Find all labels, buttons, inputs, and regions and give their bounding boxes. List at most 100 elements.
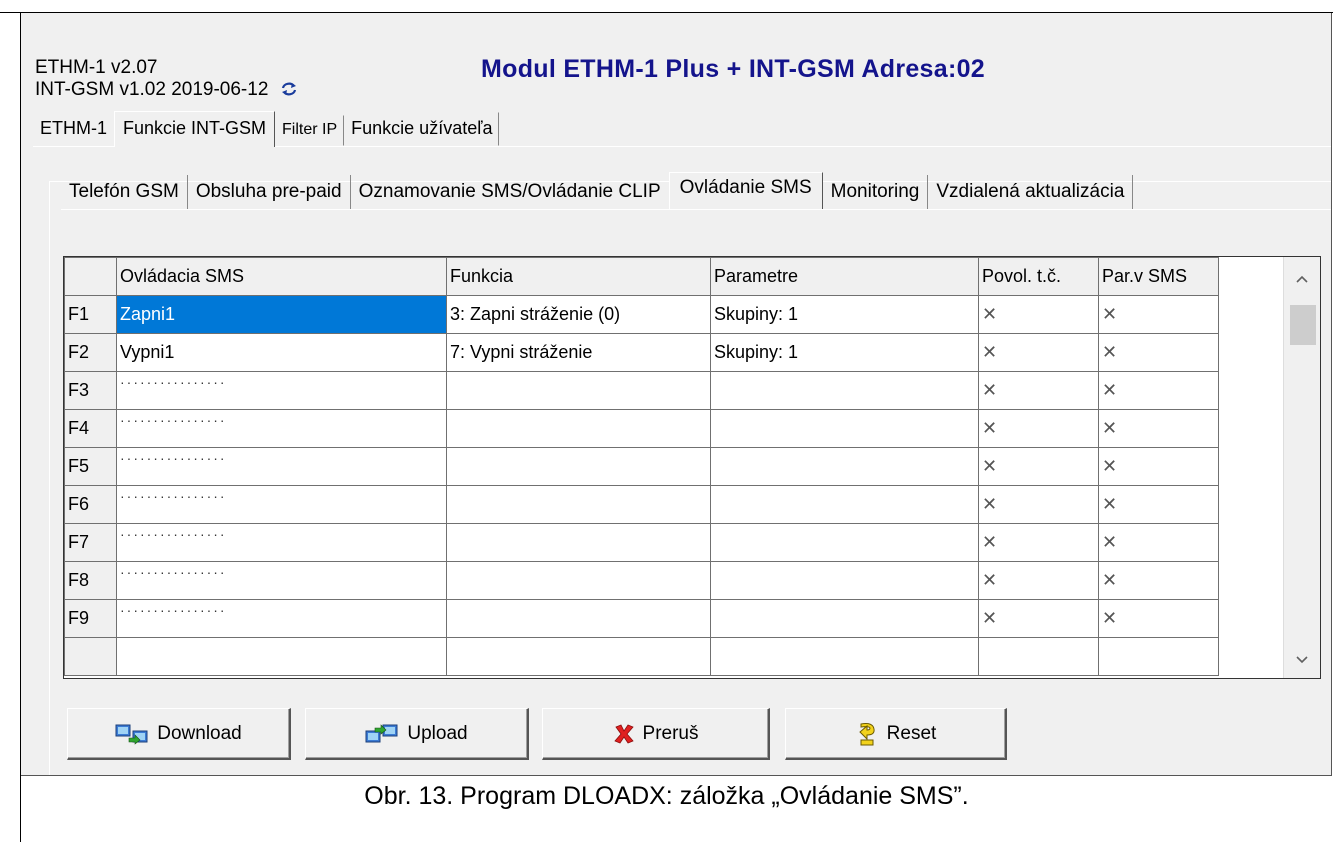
scroll-down-icon[interactable] [1284,638,1320,678]
upload-button[interactable]: Upload [305,708,529,760]
parameter-cell[interactable] [710,447,979,486]
col-header-parametre[interactable]: Parametre [710,257,979,296]
function-cell[interactable]: 7: Vypni stráženie [446,333,711,372]
tab-funkcie-int-gsm[interactable]: Funkcie INT-GSM [114,111,276,147]
sms-cell[interactable]: ················ [116,599,447,638]
function-cell[interactable] [446,523,711,562]
row-header: F4 [64,409,117,448]
version-intgsm: INT-GSM v1.02 2019-06-12 [35,79,298,103]
sub-tab-strip-line [61,209,1331,210]
par-sms-checkbox[interactable]: ✕ [1098,333,1219,372]
povol-checkbox[interactable]: ✕ [978,295,1099,334]
row-header [64,637,117,676]
sms-cell[interactable]: ················ [116,447,447,486]
tab-ethm1[interactable]: ETHM-1 [33,112,114,146]
sms-cell[interactable]: ················ [116,561,447,600]
col-header-funkcia[interactable]: Funkcia [446,257,711,296]
povol-checkbox [978,637,1099,676]
table-row[interactable]: F8 ················ ✕ ✕ [64,561,1219,600]
function-cell[interactable] [446,599,711,638]
sms-cell[interactable]: ················ [116,409,447,448]
par-sms-checkbox[interactable]: ✕ [1098,599,1219,638]
parameter-cell[interactable]: Skupiny: 1 [710,333,979,372]
function-cell[interactable] [446,409,711,448]
table-row[interactable]: F4 ················ ✕ ✕ [64,409,1219,448]
parameter-cell[interactable] [710,561,979,600]
col-header-sms[interactable]: Ovládacia SMS [116,257,447,296]
function-cell[interactable] [446,561,711,600]
download-label: Download [157,722,242,744]
table-row-partial [64,637,1219,676]
sms-control-grid[interactable]: Ovládacia SMS Funkcia Parametre Povol. t… [63,256,1321,679]
povol-checkbox[interactable]: ✕ [978,447,1099,486]
abort-button[interactable]: Preruš [542,708,770,760]
table-row[interactable]: F1 Zapni1 3: Zapni stráženie (0) Skupiny… [64,295,1219,334]
sub-tab-strip: Telefón GSM Obsluha pre-paid Oznamovanie… [61,172,1134,209]
table-row[interactable]: F3 ················ ✕ ✕ [64,371,1219,410]
parameter-cell[interactable] [710,485,979,524]
scroll-up-icon[interactable] [1284,257,1320,297]
par-sms-checkbox[interactable]: ✕ [1098,485,1219,524]
function-cell [446,637,711,676]
empty-placeholder: ················ [120,564,227,580]
empty-placeholder: ················ [120,412,227,428]
povol-checkbox[interactable]: ✕ [978,485,1099,524]
tab-vzdialena-aktualizacia[interactable]: Vzdialená aktualizácia [928,175,1134,209]
vertical-scrollbar[interactable] [1283,257,1320,678]
parameter-cell[interactable] [710,409,979,448]
parameter-cell[interactable]: Skupiny: 1 [710,295,979,334]
reset-button[interactable]: Reset [785,708,1007,760]
tab-obsluha-prepaid[interactable]: Obsluha pre-paid [188,175,351,209]
scrollbar-thumb[interactable] [1290,305,1316,345]
sms-cell[interactable]: ················ [116,485,447,524]
table-row[interactable]: F2 Vypni1 7: Vypni stráženie Skupiny: 1 … [64,333,1219,372]
sms-cell[interactable]: ················ [116,523,447,562]
function-cell[interactable]: 3: Zapni stráženie (0) [446,295,711,334]
row-header: F5 [64,447,117,486]
povol-checkbox[interactable]: ✕ [978,409,1099,448]
povol-checkbox[interactable]: ✕ [978,599,1099,638]
tab-ovladanie-sms[interactable]: Ovládanie SMS [668,172,823,209]
download-button[interactable]: Download [67,708,291,760]
parameter-cell[interactable] [710,523,979,562]
grid-header-row: Ovládacia SMS Funkcia Parametre Povol. t… [64,257,1219,296]
tab-filter-ip[interactable]: Filter IP [275,115,345,146]
par-sms-checkbox[interactable]: ✕ [1098,523,1219,562]
table-row[interactable]: F7 ················ ✕ ✕ [64,523,1219,562]
col-header-par-sms[interactable]: Par.v SMS [1098,257,1219,296]
par-sms-checkbox[interactable]: ✕ [1098,295,1219,334]
parameter-cell[interactable] [710,599,979,638]
function-cell[interactable] [446,447,711,486]
sms-cell [116,637,447,676]
function-cell[interactable] [446,371,711,410]
version-intgsm-label: INT-GSM v1.02 2019-06-12 [35,79,269,100]
row-header: F3 [64,371,117,410]
tab-monitoring[interactable]: Monitoring [823,175,929,209]
tab-funkcie-uzivatela[interactable]: Funkcie užívateľa [344,112,500,146]
reset-label: Reset [886,722,937,744]
par-sms-checkbox[interactable]: ✕ [1098,561,1219,600]
function-cell[interactable] [446,485,711,524]
version-ethm: ETHM-1 v2.07 [35,57,158,78]
sms-cell[interactable]: Zapni1 [116,295,447,334]
par-sms-checkbox[interactable]: ✕ [1098,409,1219,448]
parameter-cell[interactable] [710,371,979,410]
par-sms-checkbox[interactable]: ✕ [1098,371,1219,410]
table-row[interactable]: F9 ················ ✕ ✕ [64,599,1219,638]
povol-checkbox[interactable]: ✕ [978,333,1099,372]
red-x-icon [613,723,635,745]
col-header-povol[interactable]: Povol. t.č. [978,257,1099,296]
povol-checkbox[interactable]: ✕ [978,561,1099,600]
par-sms-checkbox[interactable]: ✕ [1098,447,1219,486]
empty-placeholder: ················ [120,488,227,504]
tab-telefon-gsm[interactable]: Telefón GSM [61,175,188,209]
sms-cell[interactable]: Vypni1 [116,333,447,372]
sms-cell[interactable]: ················ [116,371,447,410]
table-row[interactable]: F5 ················ ✕ ✕ [64,447,1219,486]
empty-placeholder: ················ [120,526,227,542]
table-row[interactable]: F6 ················ ✕ ✕ [64,485,1219,524]
povol-checkbox[interactable]: ✕ [978,523,1099,562]
refresh-icon[interactable] [280,81,298,103]
povol-checkbox[interactable]: ✕ [978,371,1099,410]
tab-oznamovanie-sms[interactable]: Oznamovanie SMS/Ovládanie CLIP [351,175,669,209]
